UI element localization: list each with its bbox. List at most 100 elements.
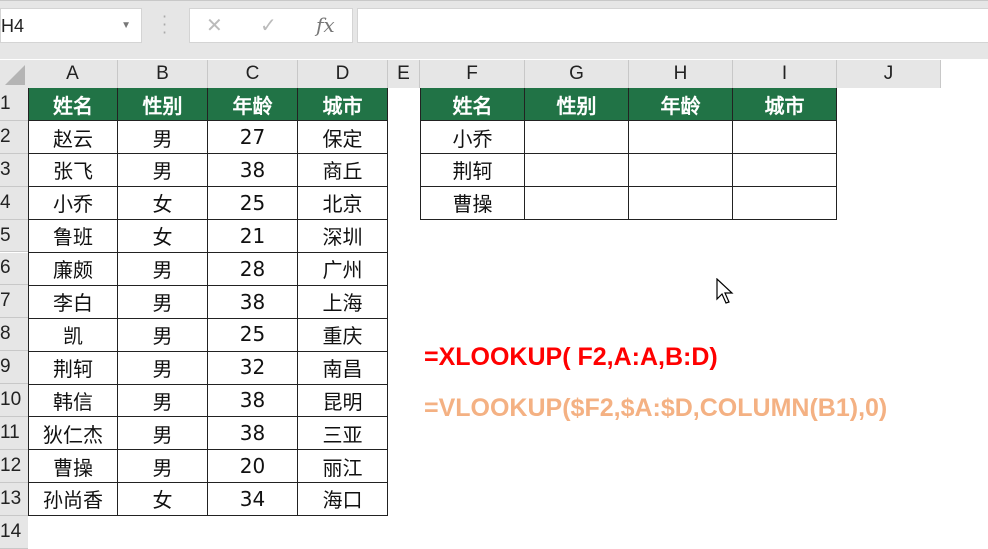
source-cell[interactable]: 海口	[298, 482, 388, 517]
source-cell[interactable]: 男	[118, 351, 208, 385]
source-cell[interactable]: 廉颇	[28, 252, 118, 286]
cancel-icon[interactable]: ✕	[206, 13, 223, 37]
source-cell[interactable]: 男	[118, 417, 208, 451]
row-header-9[interactable]: 9	[0, 351, 28, 385]
source-cell[interactable]: 赵云	[28, 120, 118, 155]
row-header-13[interactable]: 13	[0, 482, 28, 516]
lookup-cell[interactable]	[733, 186, 837, 221]
source-cell[interactable]: 27	[208, 120, 298, 155]
source-cell[interactable]: 南昌	[298, 351, 388, 385]
formula-input[interactable]	[357, 8, 988, 43]
row-header-5[interactable]: 5	[0, 219, 28, 253]
lookup-cell[interactable]	[525, 120, 629, 155]
lookup-cell[interactable]	[629, 153, 733, 188]
row-header-11[interactable]: 11	[0, 417, 28, 450]
column-header-G[interactable]: G	[525, 60, 629, 88]
source-cell[interactable]: 男	[118, 285, 208, 319]
lookup-header-cell[interactable]: 姓名	[420, 88, 525, 122]
row-header-12[interactable]: 12	[0, 449, 28, 483]
column-header-I[interactable]: I	[733, 60, 837, 88]
source-cell[interactable]: 凯	[28, 318, 118, 352]
source-header-cell[interactable]: 性别	[118, 88, 208, 122]
insert-function-icon[interactable]: fx	[316, 13, 335, 37]
chevron-down-icon[interactable]: ▼	[121, 9, 131, 43]
row-header-14[interactable]: 14	[0, 515, 28, 549]
source-cell[interactable]: 21	[208, 219, 298, 253]
source-cell[interactable]: 深圳	[298, 219, 388, 253]
lookup-header-cell[interactable]: 年龄	[629, 88, 733, 122]
column-header-F[interactable]: F	[420, 60, 525, 88]
source-header-cell[interactable]: 城市	[298, 88, 388, 122]
column-header-A[interactable]: A	[28, 60, 118, 88]
source-cell[interactable]: 鲁班	[28, 219, 118, 253]
column-header-C[interactable]: C	[208, 60, 298, 88]
lookup-cell[interactable]	[525, 186, 629, 221]
source-cell[interactable]: 上海	[298, 285, 388, 319]
source-cell[interactable]: 女	[118, 482, 208, 517]
row-header-3[interactable]: 3	[0, 153, 28, 187]
source-cell[interactable]: 张飞	[28, 153, 118, 188]
name-box[interactable]: H4 ▼	[0, 8, 142, 43]
source-cell[interactable]: 38	[208, 384, 298, 418]
column-header-J[interactable]: J	[837, 60, 941, 88]
source-cell[interactable]: 重庆	[298, 318, 388, 352]
source-cell[interactable]: 狄仁杰	[28, 417, 118, 451]
lookup-cell[interactable]	[525, 153, 629, 188]
source-cell[interactable]: 32	[208, 351, 298, 385]
source-cell[interactable]: 38	[208, 417, 298, 451]
source-cell[interactable]: 荆轲	[28, 351, 118, 385]
source-cell[interactable]: 25	[208, 318, 298, 352]
column-header-H[interactable]: H	[629, 60, 733, 88]
row-header-1[interactable]: 1	[0, 88, 28, 121]
source-cell[interactable]: 商丘	[298, 153, 388, 188]
source-cell[interactable]: 34	[208, 482, 298, 517]
source-cell[interactable]: 孙尚香	[28, 482, 118, 517]
lookup-cell[interactable]	[733, 153, 837, 188]
source-cell[interactable]: 广州	[298, 252, 388, 286]
row-header-7[interactable]: 7	[0, 285, 28, 319]
source-cell[interactable]: 李白	[28, 285, 118, 319]
lookup-cell[interactable]: 荆轲	[420, 153, 525, 188]
source-cell[interactable]: 昆明	[298, 384, 388, 418]
source-cell[interactable]: 男	[118, 252, 208, 286]
source-cell[interactable]: 北京	[298, 186, 388, 221]
row-header-2[interactable]: 2	[0, 120, 28, 154]
source-cell[interactable]: 28	[208, 252, 298, 286]
column-header-D[interactable]: D	[298, 60, 388, 88]
source-cell[interactable]: 男	[118, 449, 208, 484]
drag-handle-icon[interactable]: · · ·	[162, 9, 167, 41]
source-cell[interactable]: 女	[118, 219, 208, 253]
source-cell[interactable]: 男	[118, 153, 208, 188]
source-cell[interactable]: 丽江	[298, 449, 388, 484]
source-header-cell[interactable]: 姓名	[28, 88, 118, 122]
lookup-cell[interactable]	[629, 120, 733, 155]
source-header-cell[interactable]: 年龄	[208, 88, 298, 122]
source-cell[interactable]: 38	[208, 153, 298, 188]
source-cell[interactable]: 韩信	[28, 384, 118, 418]
column-header-E[interactable]: E	[388, 60, 420, 88]
source-cell[interactable]: 男	[118, 318, 208, 352]
row-header-6[interactable]: 6	[0, 252, 28, 286]
source-cell[interactable]: 保定	[298, 120, 388, 155]
column-header-B[interactable]: B	[118, 60, 208, 88]
source-cell[interactable]: 男	[118, 384, 208, 418]
row-header-10[interactable]: 10	[0, 384, 28, 417]
select-all-button[interactable]	[0, 60, 28, 88]
lookup-cell[interactable]: 小乔	[420, 120, 525, 155]
source-cell[interactable]: 三亚	[298, 417, 388, 451]
lookup-header-cell[interactable]: 城市	[733, 88, 837, 122]
source-cell[interactable]: 男	[118, 120, 208, 155]
row-header-8[interactable]: 8	[0, 318, 28, 352]
source-cell[interactable]: 20	[208, 449, 298, 484]
lookup-cell[interactable]	[629, 186, 733, 221]
source-cell[interactable]: 小乔	[28, 186, 118, 221]
source-cell[interactable]: 25	[208, 186, 298, 221]
lookup-header-cell[interactable]: 性别	[525, 88, 629, 122]
enter-icon[interactable]: ✓	[260, 13, 277, 37]
row-header-4[interactable]: 4	[0, 186, 28, 220]
source-cell[interactable]: 曹操	[28, 449, 118, 484]
source-cell[interactable]: 38	[208, 285, 298, 319]
source-cell[interactable]: 女	[118, 186, 208, 221]
lookup-cell[interactable]: 曹操	[420, 186, 525, 221]
lookup-cell[interactable]	[733, 120, 837, 155]
